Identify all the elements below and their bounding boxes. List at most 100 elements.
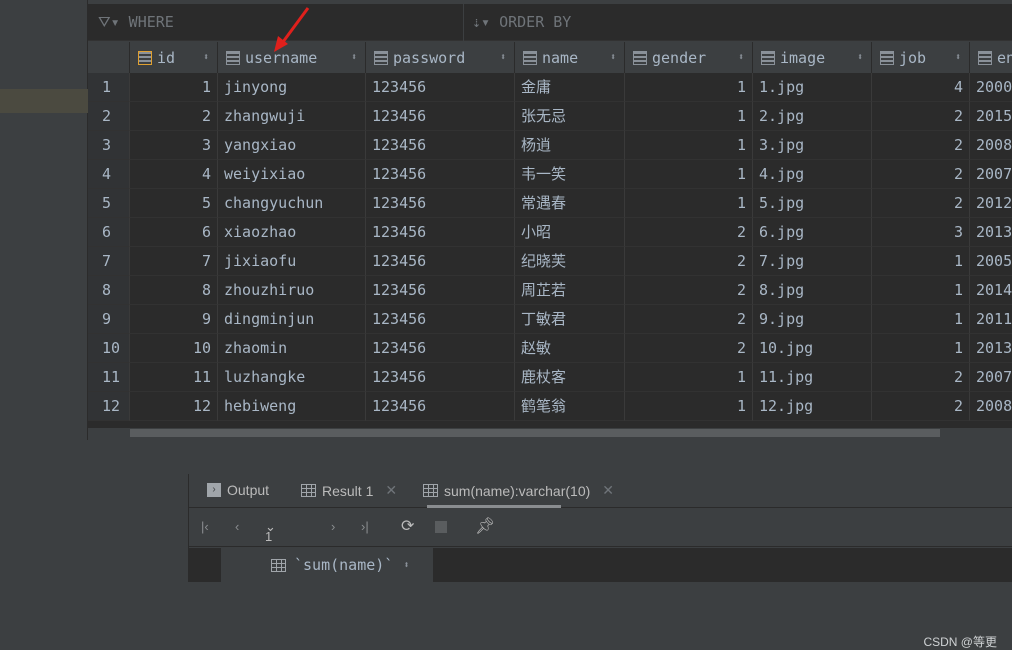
table-cell[interactable]: 123456	[366, 73, 515, 102]
tab-output[interactable]: › Output	[207, 482, 269, 498]
prev-page-icon[interactable]: ‹	[235, 519, 239, 534]
table-cell[interactable]: zhaomin	[218, 334, 366, 363]
table-cell[interactable]: 6	[130, 218, 218, 247]
table-cell[interactable]: 1	[625, 189, 753, 218]
table-cell[interactable]: 小昭	[515, 218, 625, 247]
horizontal-scrollbar[interactable]	[130, 428, 1012, 438]
close-icon[interactable]: ✕	[602, 482, 614, 499]
table-cell[interactable]: 123456	[366, 160, 515, 189]
close-icon[interactable]: ✕	[385, 482, 397, 499]
column-header-name[interactable]: name ⬍	[515, 42, 625, 73]
table-cell[interactable]: 韦一笑	[515, 160, 625, 189]
table-cell[interactable]: 2011	[970, 305, 1012, 334]
table-cell[interactable]: 2008	[970, 392, 1012, 421]
table-cell[interactable]: 赵敏	[515, 334, 625, 363]
table-cell[interactable]: 2	[625, 276, 753, 305]
table-cell[interactable]: 2	[625, 247, 753, 276]
sort-icon[interactable]: ⬍	[203, 52, 209, 63]
table-cell[interactable]: 12.jpg	[753, 392, 872, 421]
table-cell[interactable]: 1	[625, 73, 753, 102]
table-cell[interactable]: 2	[872, 160, 970, 189]
sort-icon[interactable]: ⬍	[351, 52, 357, 63]
table-cell[interactable]: 鹤笔翁	[515, 392, 625, 421]
scrollbar-thumb[interactable]	[130, 429, 940, 437]
sort-icon[interactable]: ⬍	[500, 52, 506, 63]
table-cell[interactable]: 2000	[970, 73, 1012, 102]
table-cell[interactable]: luzhangke	[218, 363, 366, 392]
tab-result-1[interactable]: Result 1 ✕	[301, 482, 397, 499]
table-cell[interactable]: 8.jpg	[753, 276, 872, 305]
table-cell[interactable]: 1	[625, 392, 753, 421]
table-cell[interactable]: 123456	[366, 363, 515, 392]
table-cell[interactable]: 1.jpg	[753, 73, 872, 102]
table-cell[interactable]: 5	[130, 189, 218, 218]
table-cell[interactable]: 123456	[366, 247, 515, 276]
table-cell[interactable]: 1	[625, 102, 753, 131]
table-cell[interactable]: 2013	[970, 334, 1012, 363]
table-cell[interactable]: 12	[130, 392, 218, 421]
table-cell[interactable]: 1	[872, 305, 970, 334]
table-cell[interactable]: 杨逍	[515, 131, 625, 160]
column-header-job[interactable]: job ⬍	[872, 42, 970, 73]
pin-icon[interactable]: 📌︎	[475, 516, 495, 536]
table-cell[interactable]: 张无忌	[515, 102, 625, 131]
table-cell[interactable]: 2	[872, 102, 970, 131]
order-by-filter[interactable]: ⇣▾ ORDER BY	[472, 13, 571, 31]
table-cell[interactable]: 5.jpg	[753, 189, 872, 218]
refresh-icon[interactable]: ⟳	[401, 516, 414, 536]
table-cell[interactable]: 4.jpg	[753, 160, 872, 189]
table-cell[interactable]: 纪晓芙	[515, 247, 625, 276]
table-cell[interactable]: xiaozhao	[218, 218, 366, 247]
table-cell[interactable]: 3.jpg	[753, 131, 872, 160]
table-cell[interactable]: 10	[130, 334, 218, 363]
table-cell[interactable]: 7	[130, 247, 218, 276]
table-cell[interactable]: 10.jpg	[753, 334, 872, 363]
table-cell[interactable]: jinyong	[218, 73, 366, 102]
table-cell[interactable]: weiyixiao	[218, 160, 366, 189]
table-cell[interactable]: 2013	[970, 218, 1012, 247]
table-cell[interactable]: 鹿杖客	[515, 363, 625, 392]
table-cell[interactable]: 1	[625, 131, 753, 160]
sort-icon[interactable]: ⬍	[955, 52, 961, 63]
sort-icon[interactable]: ⬍	[857, 52, 863, 63]
sort-icon[interactable]: ⬍	[610, 52, 616, 63]
table-cell[interactable]: 123456	[366, 102, 515, 131]
table-cell[interactable]: 9	[130, 305, 218, 334]
column-header-sum-name[interactable]: `sum(name)` ⬍	[221, 548, 433, 582]
table-cell[interactable]: 123456	[366, 131, 515, 160]
table-cell[interactable]: 2	[872, 131, 970, 160]
table-cell[interactable]: 3	[872, 218, 970, 247]
table-cell[interactable]: 周芷若	[515, 276, 625, 305]
stop-icon[interactable]	[435, 521, 447, 533]
table-cell[interactable]: 11.jpg	[753, 363, 872, 392]
table-cell[interactable]: 1	[872, 334, 970, 363]
table-cell[interactable]: 2	[625, 218, 753, 247]
sort-icon[interactable]: ⬍	[403, 560, 409, 571]
table-cell[interactable]: 2	[872, 392, 970, 421]
table-cell[interactable]: 丁敏君	[515, 305, 625, 334]
last-page-icon[interactable]: ›|	[361, 519, 369, 534]
table-cell[interactable]: 123456	[366, 334, 515, 363]
table-cell[interactable]: zhangwuji	[218, 102, 366, 131]
table-cell[interactable]: 1	[872, 247, 970, 276]
table-cell[interactable]: zhouzhiruo	[218, 276, 366, 305]
table-cell[interactable]: dingminjun	[218, 305, 366, 334]
table-cell[interactable]: 2015	[970, 102, 1012, 131]
column-header-en[interactable]: en	[970, 42, 1012, 73]
table-cell[interactable]: 1	[625, 160, 753, 189]
column-header-id[interactable]: id ⬍	[130, 42, 218, 73]
table-cell[interactable]: 2	[872, 189, 970, 218]
table-cell[interactable]: jixiaofu	[218, 247, 366, 276]
table-cell[interactable]: 2014	[970, 276, 1012, 305]
table-cell[interactable]: 2	[625, 334, 753, 363]
first-page-icon[interactable]: |‹	[201, 519, 209, 534]
table-cell[interactable]: 2	[625, 305, 753, 334]
table-cell[interactable]: 9.jpg	[753, 305, 872, 334]
table-cell[interactable]: 金庸	[515, 73, 625, 102]
table-cell[interactable]: 2007	[970, 363, 1012, 392]
column-header-image[interactable]: image ⬍	[753, 42, 872, 73]
table-cell[interactable]: 7.jpg	[753, 247, 872, 276]
table-cell[interactable]: 6.jpg	[753, 218, 872, 247]
table-cell[interactable]: 1	[625, 363, 753, 392]
next-page-icon[interactable]: ›	[331, 519, 335, 534]
